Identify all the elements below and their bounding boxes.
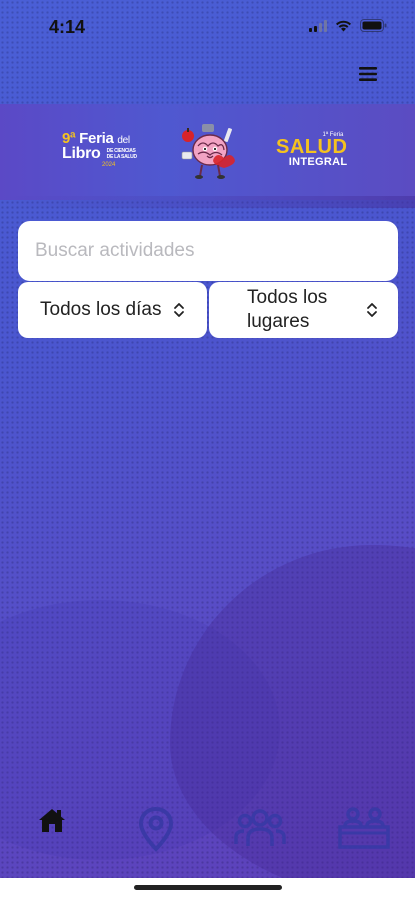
battery-icon [360, 19, 387, 37]
home-indicator[interactable] [134, 885, 282, 890]
logo-word-libro: Libro [62, 145, 101, 162]
hamburger-menu-icon [359, 67, 377, 81]
places-filter-select[interactable]: Todos los lugares [209, 282, 398, 338]
salud-integral-logo: 1ª Feria SALUD INTEGRAL [276, 132, 347, 168]
days-filter-value: Todos los días [40, 299, 162, 320]
tab-locations[interactable] [126, 806, 186, 856]
feria-del-libro-logo: 9ª Feria del Libro DE CIENCIAS DE LA SAL… [62, 130, 137, 168]
days-filter-select[interactable]: Todos los días [18, 282, 207, 338]
bottom-tab-bar [0, 796, 415, 866]
wifi-icon [335, 19, 352, 37]
banner-divider [0, 196, 415, 208]
search-input[interactable] [35, 240, 381, 262]
logo-subtitle-2: DE LA SALUD [106, 153, 137, 160]
tab-home[interactable] [22, 806, 82, 856]
cellular-signal-icon [309, 19, 327, 37]
hamburger-menu-button[interactable] [357, 64, 379, 84]
exhibitors-icon [338, 807, 390, 849]
app-screen: 4:14 9ª Feria del Libro DE CIENCIAS DE L… [0, 0, 415, 900]
status-bar: 4:14 [0, 0, 415, 52]
tab-exhibitors[interactable] [334, 806, 394, 856]
brain-mascot-icon [178, 122, 242, 180]
status-time: 4:14 [49, 17, 86, 37]
map-pin-icon [138, 806, 174, 852]
salud-logo-title: SALUD [276, 136, 348, 158]
search-bar[interactable] [18, 221, 398, 281]
places-filter-value: Todos los lugares [247, 287, 328, 332]
tab-speakers[interactable] [230, 806, 290, 856]
chevron-up-down-icon [174, 303, 184, 317]
home-icon [39, 809, 65, 832]
chevron-up-down-icon [367, 303, 377, 317]
people-group-icon [234, 809, 286, 846]
